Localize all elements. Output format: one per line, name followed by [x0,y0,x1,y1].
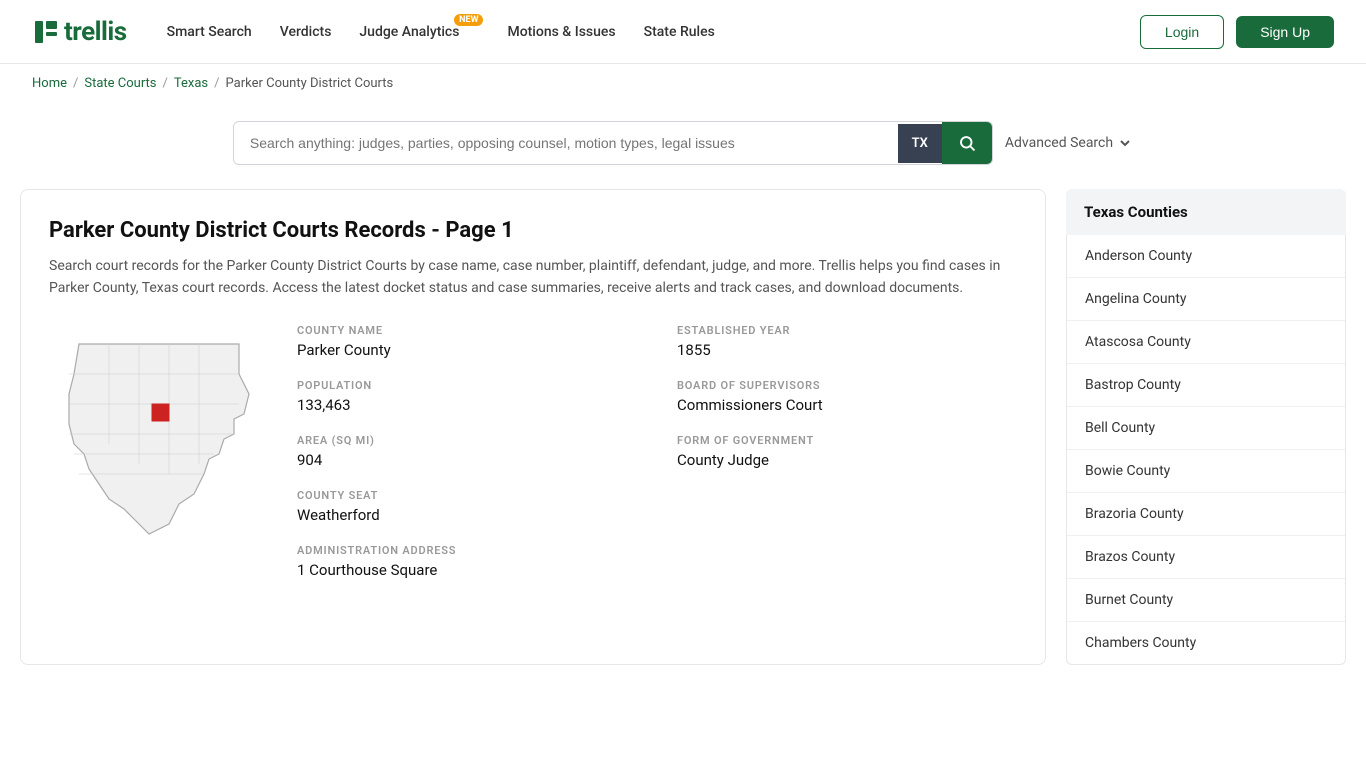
area-label: AREA (SQ MI) [297,434,637,447]
population-value: 133,463 [297,396,637,414]
nav-smart-search[interactable]: Smart Search [167,24,252,40]
county-seat-item: COUNTY SEAT Weatherford [297,489,637,524]
sidebar-item-bowie[interactable]: Bowie County [1067,450,1345,493]
admin-address-value: 1 Courthouse Square [297,561,637,579]
sidebar-item-angelina[interactable]: Angelina County [1067,278,1345,321]
breadcrumb-state-courts[interactable]: State Courts [84,76,156,91]
area-item: AREA (SQ MI) 904 [297,434,637,469]
form-of-government-label: FORM OF GOVERNMENT [677,434,1017,447]
sidebar-section-title: Texas Counties [1066,189,1346,235]
breadcrumb-current: Parker County District Courts [226,76,394,91]
area-value: 904 [297,451,637,469]
breadcrumb-texas[interactable]: Texas [174,76,208,91]
main-nav: Smart Search Verdicts Judge Analytics NE… [167,24,715,40]
population-label: POPULATION [297,379,637,392]
content-panel: Parker County District Courts Records - … [20,189,1046,665]
search-wrapper: TX [233,121,993,165]
county-name-value: Parker County [297,341,637,359]
header-actions: Login Sign Up [1140,15,1334,49]
logo[interactable]: trellis [32,17,127,47]
breadcrumb: Home / State Courts / Texas / Parker Cou… [0,64,1366,103]
search-input[interactable] [234,123,898,163]
county-name-item: COUNTY NAME Parker County [297,324,637,359]
nav-judge-analytics[interactable]: Judge Analytics NEW [359,24,459,40]
admin-address-item: ADMINISTRATION ADDRESS 1 Courthouse Squa… [297,544,637,579]
established-year-item: ESTABLISHED YEAR 1855 [677,324,1017,359]
advanced-search-toggle[interactable]: Advanced Search [1005,135,1133,151]
page-title: Parker County District Courts Records - … [49,218,1017,243]
sidebar-item-chambers[interactable]: Chambers County [1067,622,1345,664]
detail-col-left: COUNTY NAME Parker County POPULATION 133… [297,324,637,599]
header: trellis Smart Search Verdicts Judge Anal… [0,0,1366,64]
search-state: TX [898,124,942,163]
search-button[interactable] [942,122,992,164]
form-of-government-value: County Judge [677,451,1017,469]
nav-state-rules[interactable]: State Rules [644,24,715,40]
chevron-down-icon [1117,135,1133,151]
sidebar-item-burnet[interactable]: Burnet County [1067,579,1345,622]
county-name-label: COUNTY NAME [297,324,637,337]
county-seat-label: COUNTY SEAT [297,489,637,502]
county-seat-value: Weatherford [297,506,637,524]
breadcrumb-sep-3: / [214,76,219,91]
sidebar-item-bell[interactable]: Bell County [1067,407,1345,450]
advanced-search-label: Advanced Search [1005,135,1113,151]
detail-col-right: ESTABLISHED YEAR 1855 BOARD OF SUPERVISO… [677,324,1017,599]
sidebar-county-list: Anderson County Angelina County Atascosa… [1066,235,1346,665]
nav-verdicts[interactable]: Verdicts [280,24,332,40]
main-layout: Parker County District Courts Records - … [0,189,1366,697]
sidebar-item-brazoria[interactable]: Brazoria County [1067,493,1345,536]
county-map [49,324,269,599]
search-section: TX Advanced Search [0,103,1366,189]
board-supervisors-item: BOARD OF SUPERVISORS Commissioners Court [677,379,1017,414]
board-supervisors-value: Commissioners Court [677,396,1017,414]
breadcrumb-sep-1: / [73,76,78,91]
breadcrumb-sep-2: / [163,76,168,91]
sidebar-item-anderson[interactable]: Anderson County [1067,235,1345,278]
sidebar-item-brazos[interactable]: Brazos County [1067,536,1345,579]
sidebar: Texas Counties Anderson County Angelina … [1066,189,1346,665]
texas-map-svg [49,324,269,544]
population-item: POPULATION 133,463 [297,379,637,414]
board-supervisors-label: BOARD OF SUPERVISORS [677,379,1017,392]
new-badge: NEW [454,14,483,26]
admin-address-label: ADMINISTRATION ADDRESS [297,544,637,557]
established-year-label: ESTABLISHED YEAR [677,324,1017,337]
county-details: COUNTY NAME Parker County POPULATION 133… [297,324,1017,599]
established-year-value: 1855 [677,341,1017,359]
signup-button[interactable]: Sign Up [1236,16,1334,48]
sidebar-item-bastrop[interactable]: Bastrop County [1067,364,1345,407]
login-button[interactable]: Login [1140,15,1224,49]
breadcrumb-home[interactable]: Home [32,76,67,91]
logo-icon [32,18,60,46]
content-description: Search court records for the Parker Coun… [49,255,1017,300]
nav-motions-issues[interactable]: Motions & Issues [507,24,615,40]
search-icon [958,134,976,152]
logo-text: trellis [64,17,127,47]
form-of-government-item: FORM OF GOVERNMENT County Judge [677,434,1017,469]
county-info: COUNTY NAME Parker County POPULATION 133… [49,324,1017,599]
sidebar-item-atascosa[interactable]: Atascosa County [1067,321,1345,364]
